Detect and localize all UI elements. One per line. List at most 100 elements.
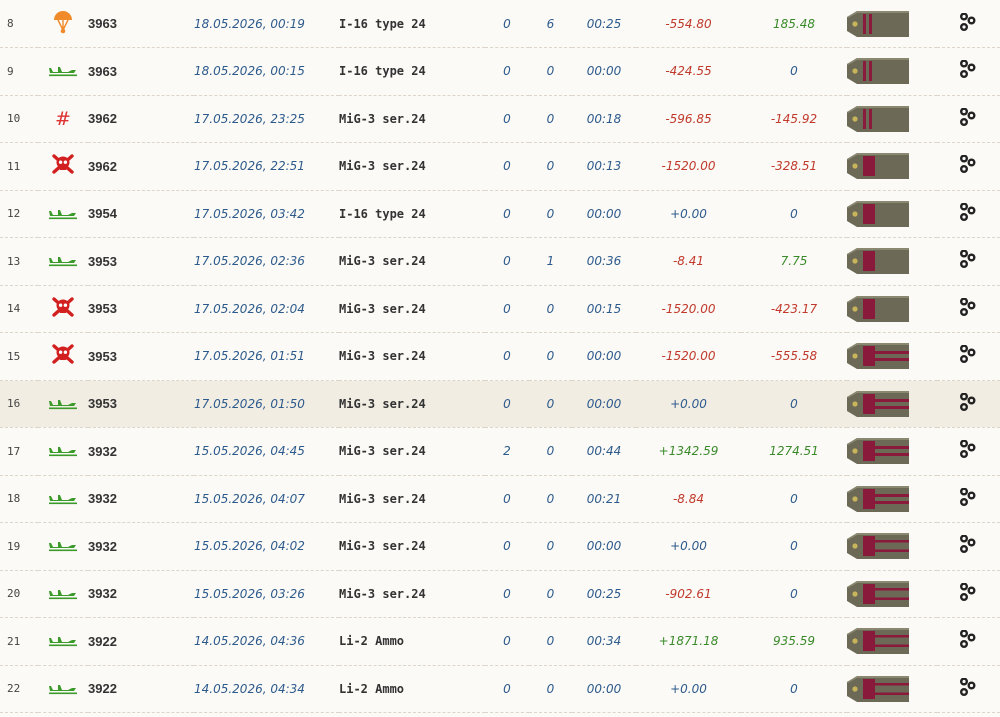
menu-cell[interactable] [937, 190, 1000, 238]
sortie-date[interactable]: 17.05.2026, 01:51 [194, 333, 339, 381]
points-value: 0 [790, 586, 798, 601]
table-row[interactable]: 20 3932 15.05.2026, 03:26 MiG-3 ser.24 0… [0, 570, 1000, 618]
status-cell [38, 0, 88, 48]
menu-cell[interactable] [937, 428, 1000, 476]
row-number: 17 [7, 444, 21, 458]
rank-cell [847, 570, 937, 618]
menu-cell[interactable] [937, 618, 1000, 666]
table-row[interactable]: 21 3922 14.05.2026, 04:36 Li-2 Ammo 0 0 … [0, 618, 1000, 666]
ground-kills-count: 0 [546, 64, 555, 79]
table-row[interactable]: 17 3932 15.05.2026, 04:45 MiG-3 ser.24 2… [0, 428, 1000, 476]
table-row[interactable]: 22 3922 14.05.2026, 04:34 Li-2 Ammo 0 0 … [0, 665, 1000, 713]
share-menu-icon[interactable] [959, 629, 978, 649]
row-number: 16 [7, 397, 21, 411]
sortie-date[interactable]: 17.05.2026, 01:50 [194, 380, 339, 428]
table-row[interactable]: 11 3962 17.05.2026, 22:51 MiG-3 ser.24 0… [0, 143, 1000, 191]
share-menu-icon[interactable] [959, 487, 978, 506]
sortie-date[interactable]: 15.05.2026, 04:45 [194, 428, 339, 476]
table-row[interactable]: 15 3953 17.05.2026, 01:51 MiG-3 ser.24 0… [0, 333, 1000, 381]
share-menu-icon[interactable] [959, 534, 978, 554]
points-value: -555.58 [770, 349, 818, 364]
sortie-date[interactable]: 17.05.2026, 03:42 [194, 190, 339, 238]
rank-cell [847, 618, 937, 666]
share-menu-icon[interactable] [959, 582, 978, 601]
menu-cell[interactable] [937, 475, 1000, 523]
table-row[interactable]: 18 3932 15.05.2026, 04:07 MiG-3 ser.24 0… [0, 475, 1000, 523]
score-value: -902.61 [665, 586, 712, 601]
menu-cell[interactable] [937, 333, 1000, 381]
menu-cell[interactable] [937, 238, 1000, 286]
landed-plane-icon [49, 62, 77, 81]
rank-insignia-icon [847, 343, 909, 370]
hash-icon: # [55, 107, 71, 130]
share-menu-icon[interactable] [959, 59, 978, 79]
flight-time: 00:21 [586, 491, 622, 506]
share-menu-icon[interactable] [959, 107, 978, 126]
table-row[interactable]: 12 3954 17.05.2026, 03:42 I-16 type 24 0… [0, 190, 1000, 238]
sortie-date[interactable]: 15.05.2026, 04:07 [194, 475, 339, 523]
status-cell [38, 48, 88, 96]
share-menu-icon[interactable] [959, 392, 978, 411]
sortie-date[interactable]: 15.05.2026, 03:26 [194, 570, 339, 618]
kills-count: 0 [503, 634, 511, 649]
table-row[interactable]: 16 3953 17.05.2026, 01:50 MiG-3 ser.24 0… [0, 380, 1000, 428]
status-cell [38, 475, 88, 523]
points-value: -423.17 [770, 301, 818, 316]
sortie-date[interactable]: 18.05.2026, 00:19 [194, 0, 339, 48]
status-cell [38, 143, 88, 191]
status-cell: # [38, 95, 88, 143]
sortie-date[interactable]: 18.05.2026, 00:15 [194, 48, 339, 96]
table-row[interactable]: 19 3932 15.05.2026, 04:02 MiG-3 ser.24 0… [0, 523, 1000, 571]
menu-cell[interactable] [937, 665, 1000, 713]
score-value: -596.85 [665, 111, 712, 126]
sortie-date[interactable]: 14.05.2026, 04:36 [194, 618, 339, 666]
aircraft-name: MiG-3 ser.24 [339, 539, 426, 554]
menu-cell[interactable] [937, 523, 1000, 571]
status-cell [38, 238, 88, 286]
share-menu-icon[interactable] [959, 344, 978, 364]
points-value: -328.51 [770, 159, 818, 174]
share-menu-icon[interactable] [959, 154, 978, 174]
menu-cell[interactable] [937, 570, 1000, 618]
share-menu-icon[interactable] [959, 297, 978, 316]
sortie-date[interactable]: 15.05.2026, 04:02 [194, 523, 339, 571]
rank-insignia-icon [847, 675, 909, 702]
share-menu-icon[interactable] [959, 12, 978, 31]
tour-id: 3962 [88, 158, 117, 174]
ground-kills-count: 0 [546, 349, 555, 364]
table-row[interactable]: 13 3953 17.05.2026, 02:36 MiG-3 ser.24 0… [0, 238, 1000, 286]
tour-id: 3922 [88, 633, 117, 649]
sortie-date[interactable]: 17.05.2026, 23:25 [194, 95, 339, 143]
ground-kills-count: 0 [546, 301, 555, 316]
table-row[interactable]: 10 # 3962 17.05.2026, 23:25 MiG-3 ser.24… [0, 95, 1000, 143]
menu-cell[interactable] [937, 285, 1000, 333]
row-number: 19 [7, 539, 21, 553]
menu-cell[interactable] [937, 0, 1000, 48]
share-menu-icon[interactable] [959, 202, 978, 221]
menu-cell[interactable] [937, 48, 1000, 96]
rank-cell [847, 523, 937, 571]
sortie-date[interactable]: 17.05.2026, 02:36 [194, 238, 339, 286]
share-menu-icon[interactable] [959, 677, 978, 696]
share-menu-icon[interactable] [959, 439, 978, 459]
table-row[interactable]: 14 3953 17.05.2026, 02:04 MiG-3 ser.24 0… [0, 285, 1000, 333]
score-value: +1871.18 [658, 634, 719, 649]
aircraft-name: MiG-3 ser.24 [339, 444, 426, 459]
menu-cell[interactable] [937, 95, 1000, 143]
flight-time: 00:00 [586, 349, 622, 364]
points-value: 0 [790, 206, 798, 221]
menu-cell[interactable] [937, 380, 1000, 428]
table-row[interactable]: 9 3963 18.05.2026, 00:15 I-16 type 24 0 … [0, 48, 1000, 96]
rank-cell [847, 665, 937, 713]
share-menu-icon[interactable] [959, 249, 978, 269]
rank-insignia-icon [847, 295, 909, 322]
rank-insignia-icon [847, 485, 909, 512]
menu-cell[interactable] [937, 143, 1000, 191]
landed-plane-icon [49, 537, 77, 556]
sortie-date[interactable]: 17.05.2026, 22:51 [194, 143, 339, 191]
sortie-date[interactable]: 17.05.2026, 02:04 [194, 285, 339, 333]
status-cell [38, 618, 88, 666]
aircraft-name: MiG-3 ser.24 [339, 301, 426, 316]
sortie-date[interactable]: 14.05.2026, 04:34 [194, 665, 339, 713]
table-row[interactable]: 8 3963 18.05.2026, 00:19 I-16 type 24 0 … [0, 0, 1000, 48]
